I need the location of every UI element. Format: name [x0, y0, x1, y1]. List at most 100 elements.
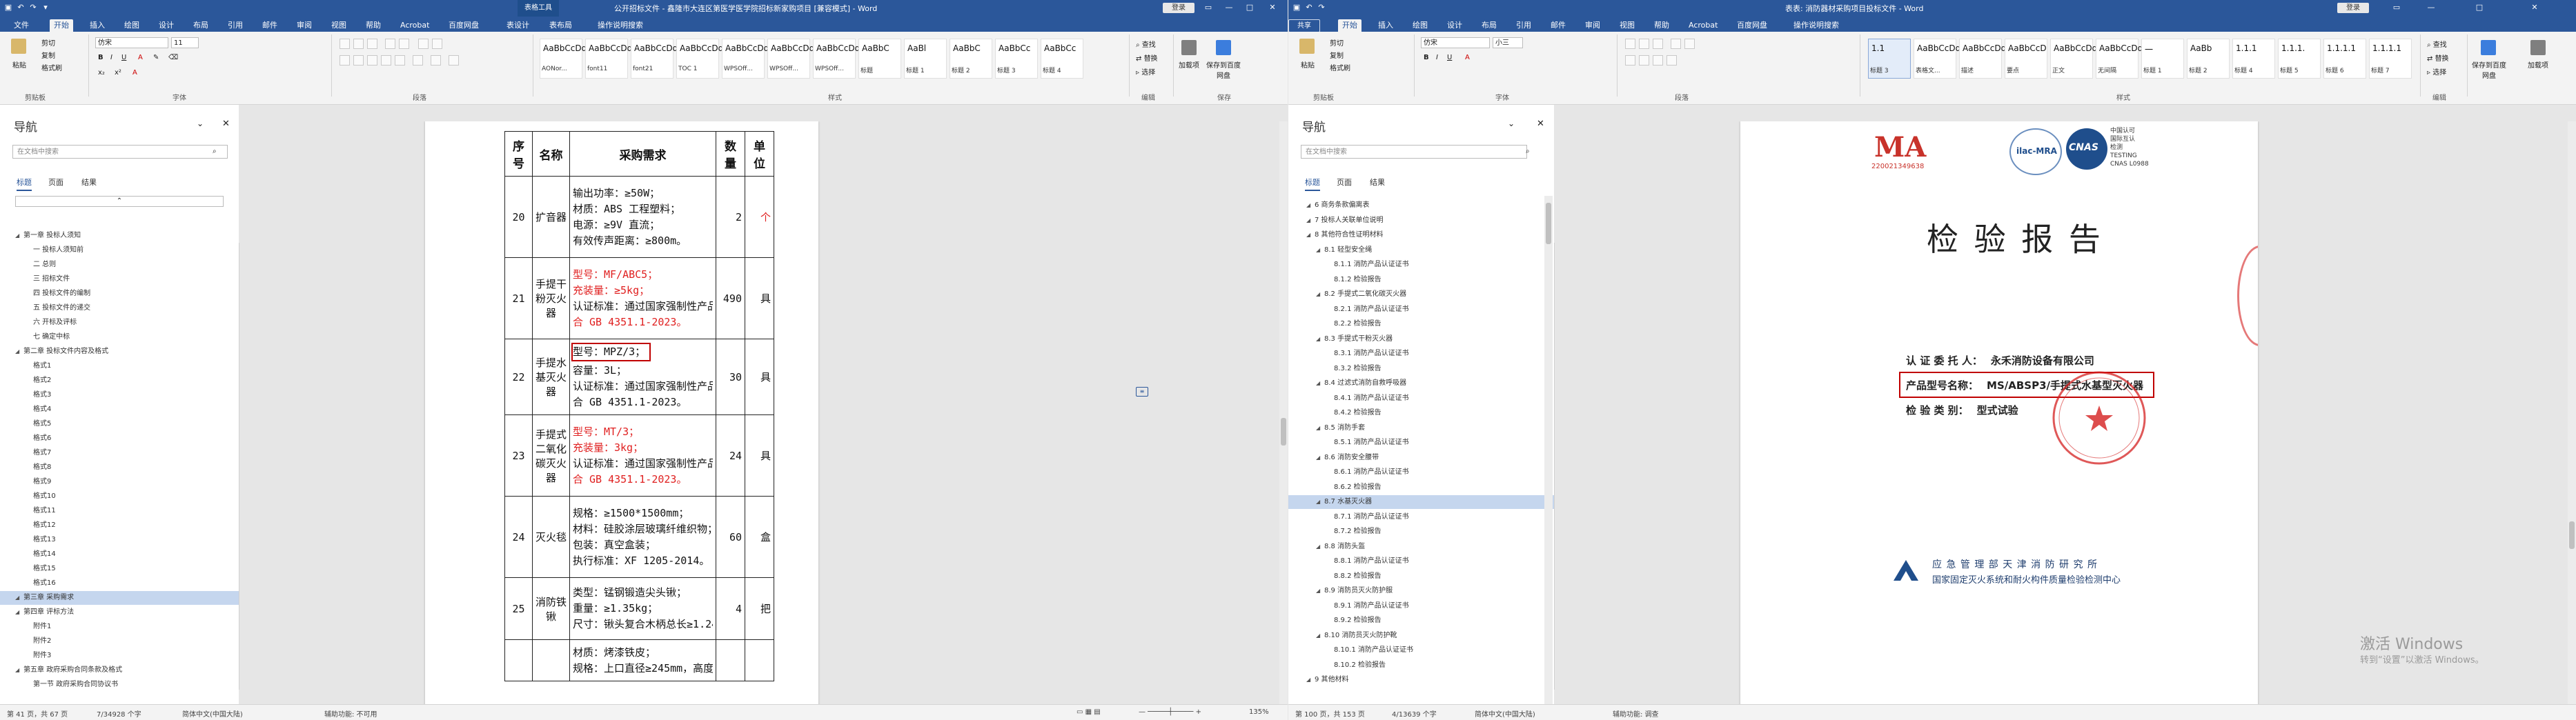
collapse-arrow-icon[interactable]: ◢ — [15, 606, 19, 619]
style-item[interactable]: AaBbCcDd TOC 1 — [676, 39, 723, 79]
replace-button[interactable]: ⇄ 替换 — [1136, 52, 1158, 63]
bold-button[interactable]: B — [98, 54, 104, 61]
collapse-arrow-icon[interactable]: ◢ — [1316, 451, 1320, 465]
cell-name[interactable]: 消防铁锹 — [532, 577, 570, 640]
baidu-save-icon[interactable] — [1216, 40, 1231, 55]
style-item[interactable]: AaBbCcDd WPSOff... — [722, 39, 769, 79]
tab-table-design[interactable]: 表设计 — [502, 19, 533, 32]
customize-qat-icon[interactable]: ▾ — [41, 3, 50, 12]
style-item[interactable]: AaBbCcDd 描述 — [1959, 39, 2006, 79]
find-button[interactable]: ⌕ 查找 — [2427, 39, 2447, 49]
distribute-icon[interactable] — [395, 55, 405, 66]
table-row[interactable]: 22手提水基灭火器型号：MPZ/3； 容量：3L； 认证标准：通过国家强制性产品认证… — [504, 339, 774, 415]
scrollbar-thumb[interactable] — [2569, 521, 2575, 549]
nav-tab-headings[interactable]: 标题 — [1305, 177, 1320, 191]
collapse-arrow-icon[interactable]: ◢ — [1306, 199, 1310, 212]
style-item[interactable]: 1.1.1 标题 4 — [2232, 39, 2275, 79]
underline-button[interactable]: U — [1447, 54, 1452, 61]
collapse-arrow-icon[interactable]: ◢ — [1306, 228, 1310, 242]
tab-references[interactable]: 引用 — [1512, 19, 1535, 32]
cell-quantity[interactable]: 4 — [716, 577, 745, 640]
language-indicator[interactable]: 简体中文(中国大陆) — [1475, 708, 1535, 719]
style-item[interactable]: AaBbCcDd WPSOff... — [813, 39, 860, 79]
tab-home[interactable]: 开始 — [50, 19, 73, 32]
horizontal-ruler[interactable] — [239, 105, 1288, 122]
nav-heading-item[interactable]: ◢ 8.2 手提式二氧化碳灭火器 — [1288, 288, 1554, 301]
minimize-icon[interactable]: — — [1225, 3, 1233, 12]
multilevel-icon[interactable] — [1653, 39, 1663, 49]
increase-indent-icon[interactable] — [1684, 39, 1695, 49]
collapse-arrow-icon[interactable]: ◢ — [15, 229, 19, 243]
cell-name[interactable]: 灭火毯 — [532, 496, 570, 578]
bold-button[interactable]: B — [1424, 54, 1429, 61]
cell-name[interactable]: 手提式二氧化碳灭火器 — [532, 414, 570, 497]
nav-heading-item[interactable]: 格式15 — [0, 562, 239, 576]
nav-heading-item[interactable]: 格式8 — [0, 461, 239, 474]
cell-requirement[interactable]: 材质：烤漆铁皮； 规格：上口直径≥245mm，高度≥220mm，底径≥ — [569, 639, 716, 681]
cell-unit[interactable]: 把 — [745, 577, 774, 640]
cell-quantity[interactable] — [716, 639, 745, 681]
nav-heading-item[interactable]: ◢ 8.3 手提式干粉灭火器 — [1288, 332, 1554, 346]
cut-button[interactable]: 剪切 — [1330, 37, 1344, 48]
nav-heading-item[interactable]: 8.7.2 检验报告 — [1288, 525, 1554, 539]
horizontal-ruler[interactable] — [1554, 105, 2576, 122]
style-item[interactable]: 1.1.1.1 标题 6 — [2323, 39, 2366, 79]
clear-format-icon[interactable]: ⌫ — [168, 54, 178, 61]
decrease-indent-icon[interactable] — [1671, 39, 1681, 49]
table-row[interactable]: 20 扩音器 输出功率：≥50W； 材质：ABS 工程塑料； 电源：≥9V 直流； 有效传… — [504, 176, 774, 258]
tab-layout[interactable]: 布局 — [1477, 19, 1501, 32]
collapse-arrow-icon[interactable]: ◢ — [1316, 332, 1320, 346]
find-button[interactable]: ⌕ 查找 — [1136, 39, 1156, 49]
nav-heading-item[interactable]: ◢ 第一章 投标人须知 — [0, 229, 239, 243]
nav-heading-item[interactable]: ◢ 8.5 消防手套 — [1288, 421, 1554, 435]
style-item[interactable]: 1.1.1. 标题 5 — [2278, 39, 2321, 79]
style-item[interactable]: AaBbC 标题 2 — [950, 39, 992, 79]
nav-heading-item[interactable]: ◢ 第四章 评标方法 — [0, 606, 239, 619]
font-size-box[interactable]: 11 — [171, 37, 199, 48]
nav-heading-item[interactable]: 第一节 政府采购合同协议书 — [0, 678, 239, 692]
nav-heading-item[interactable]: ◢ 7 投标人关联单位说明 — [1288, 214, 1554, 228]
save-icon[interactable]: ▣ — [1292, 3, 1301, 12]
numbering-icon[interactable] — [1639, 39, 1649, 49]
nav-heading-item[interactable]: 七 确定中标 — [0, 330, 239, 344]
tab-references[interactable]: 引用 — [224, 19, 247, 32]
nav-options-icon[interactable]: ⌄ — [197, 119, 204, 128]
tab-view[interactable]: 视图 — [1615, 19, 1639, 32]
bullets-icon[interactable] — [340, 39, 350, 49]
style-item[interactable]: AaBbCcDd 正文 — [2050, 39, 2097, 79]
nav-heading-item[interactable]: 格式16 — [0, 577, 239, 590]
style-item[interactable]: AaBbCcDd WPSOff... — [767, 39, 814, 79]
baidu-save-button[interactable]: 保存到百度网盘 — [2470, 59, 2508, 80]
style-item[interactable]: AaBbCcDd font21 — [631, 39, 678, 79]
nav-heading-item[interactable]: ◢ 第二章 投标文件内容及格式 — [0, 345, 239, 359]
collapse-arrow-icon[interactable]: ◢ — [1316, 540, 1320, 554]
font-name-box[interactable]: 仿宋 — [1421, 37, 1490, 48]
close-icon[interactable]: ✕ — [2530, 3, 2539, 12]
redo-icon[interactable]: ↷ — [1317, 3, 1326, 12]
nav-heading-item[interactable]: 格式13 — [0, 533, 239, 547]
baidu-save-icon[interactable] — [2481, 40, 2496, 55]
search-icon[interactable]: ⌕ — [1526, 148, 1530, 155]
cell-name[interactable] — [532, 639, 570, 681]
italic-button[interactable]: I — [110, 54, 112, 61]
cell-number[interactable] — [504, 639, 533, 681]
tab-acrobat[interactable]: Acrobat — [1684, 19, 1722, 32]
vertical-scrollbar[interactable] — [2568, 121, 2576, 705]
cell-unit[interactable]: 具 — [745, 414, 774, 497]
font-name-box[interactable]: 仿宋 — [95, 37, 168, 48]
word-count[interactable]: 4/13639 个字 — [1392, 708, 1437, 719]
nav-heading-item[interactable]: 格式3 — [0, 388, 239, 402]
cell-unit[interactable]: 具 — [745, 257, 774, 339]
cell-requirement[interactable]: 型号：MF/ABC5； 充装量：≥5kg； 认证标准：通过国家强制性产品认证（CCC… — [569, 257, 716, 339]
nav-heading-item[interactable]: 六 开标及评标 — [0, 316, 239, 330]
nav-heading-item[interactable]: 8.4.2 检验报告 — [1288, 406, 1554, 420]
align-right-icon[interactable] — [367, 55, 377, 66]
addins-button[interactable]: 加载项 — [2528, 59, 2548, 70]
style-item[interactable]: AaBbCcDd AONor... — [540, 39, 587, 79]
align-left-icon[interactable] — [340, 55, 350, 66]
tab-review[interactable]: 审阅 — [1581, 19, 1604, 32]
font-size-box[interactable]: 小三 — [1493, 37, 1523, 48]
nav-heading-item[interactable]: 附件3 — [0, 649, 239, 663]
page-count[interactable]: 第 41 页，共 67 页 — [7, 708, 68, 719]
style-item[interactable]: AaBl 标题 1 — [904, 39, 947, 79]
